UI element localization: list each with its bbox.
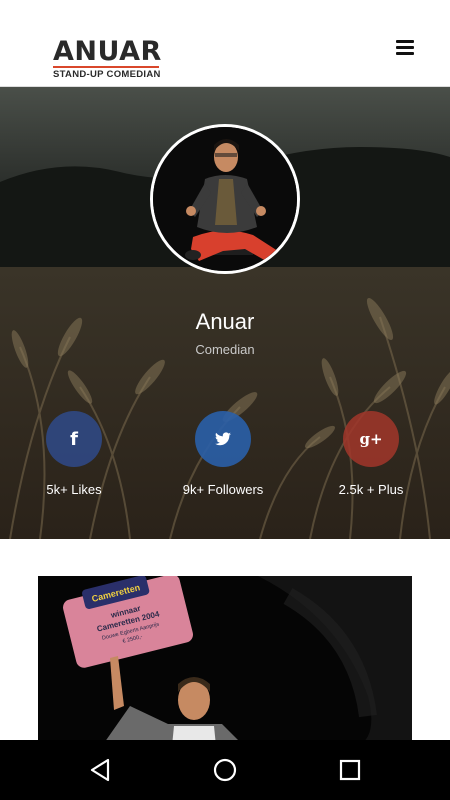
profile-role: Comedian	[195, 342, 255, 357]
twitter-icon[interactable]	[195, 411, 251, 467]
logo-subtitle: STAND-UP COMEDIAN	[53, 69, 161, 80]
profile-hero: Anuar Comedian f 5k+ Likes 9k+ Followers…	[0, 87, 450, 539]
profile-avatar[interactable]	[150, 124, 300, 274]
home-circle-icon[interactable]	[211, 756, 239, 784]
google-plus-stat: g+ 2.5k + Plus	[301, 411, 441, 497]
google-plus-count: 2.5k + Plus	[338, 482, 404, 497]
app-header: ANUAR STAND-UP COMEDIAN	[0, 0, 450, 87]
facebook-stat: f 5k+ Likes	[4, 411, 144, 497]
facebook-icon[interactable]: f	[46, 411, 102, 467]
google-plus-icon[interactable]: g+	[343, 411, 399, 467]
hamburger-menu-icon[interactable]	[396, 40, 414, 56]
twitter-count: 9k+ Followers	[182, 482, 264, 497]
logo-title: ANUAR	[53, 36, 162, 67]
facebook-count: 5k+ Likes	[46, 482, 102, 497]
twitter-stat: 9k+ Followers	[153, 411, 293, 497]
comedian-photo[interactable]: Cameretten winnaar Cameretten 2004 Douwe…	[38, 576, 412, 746]
recents-square-icon[interactable]	[336, 756, 364, 784]
system-navigation-bar	[0, 740, 450, 800]
profile-name: Anuar	[195, 309, 255, 334]
brand-logo[interactable]: ANUAR STAND-UP COMEDIAN	[53, 38, 162, 80]
back-triangle-icon[interactable]	[86, 756, 114, 784]
